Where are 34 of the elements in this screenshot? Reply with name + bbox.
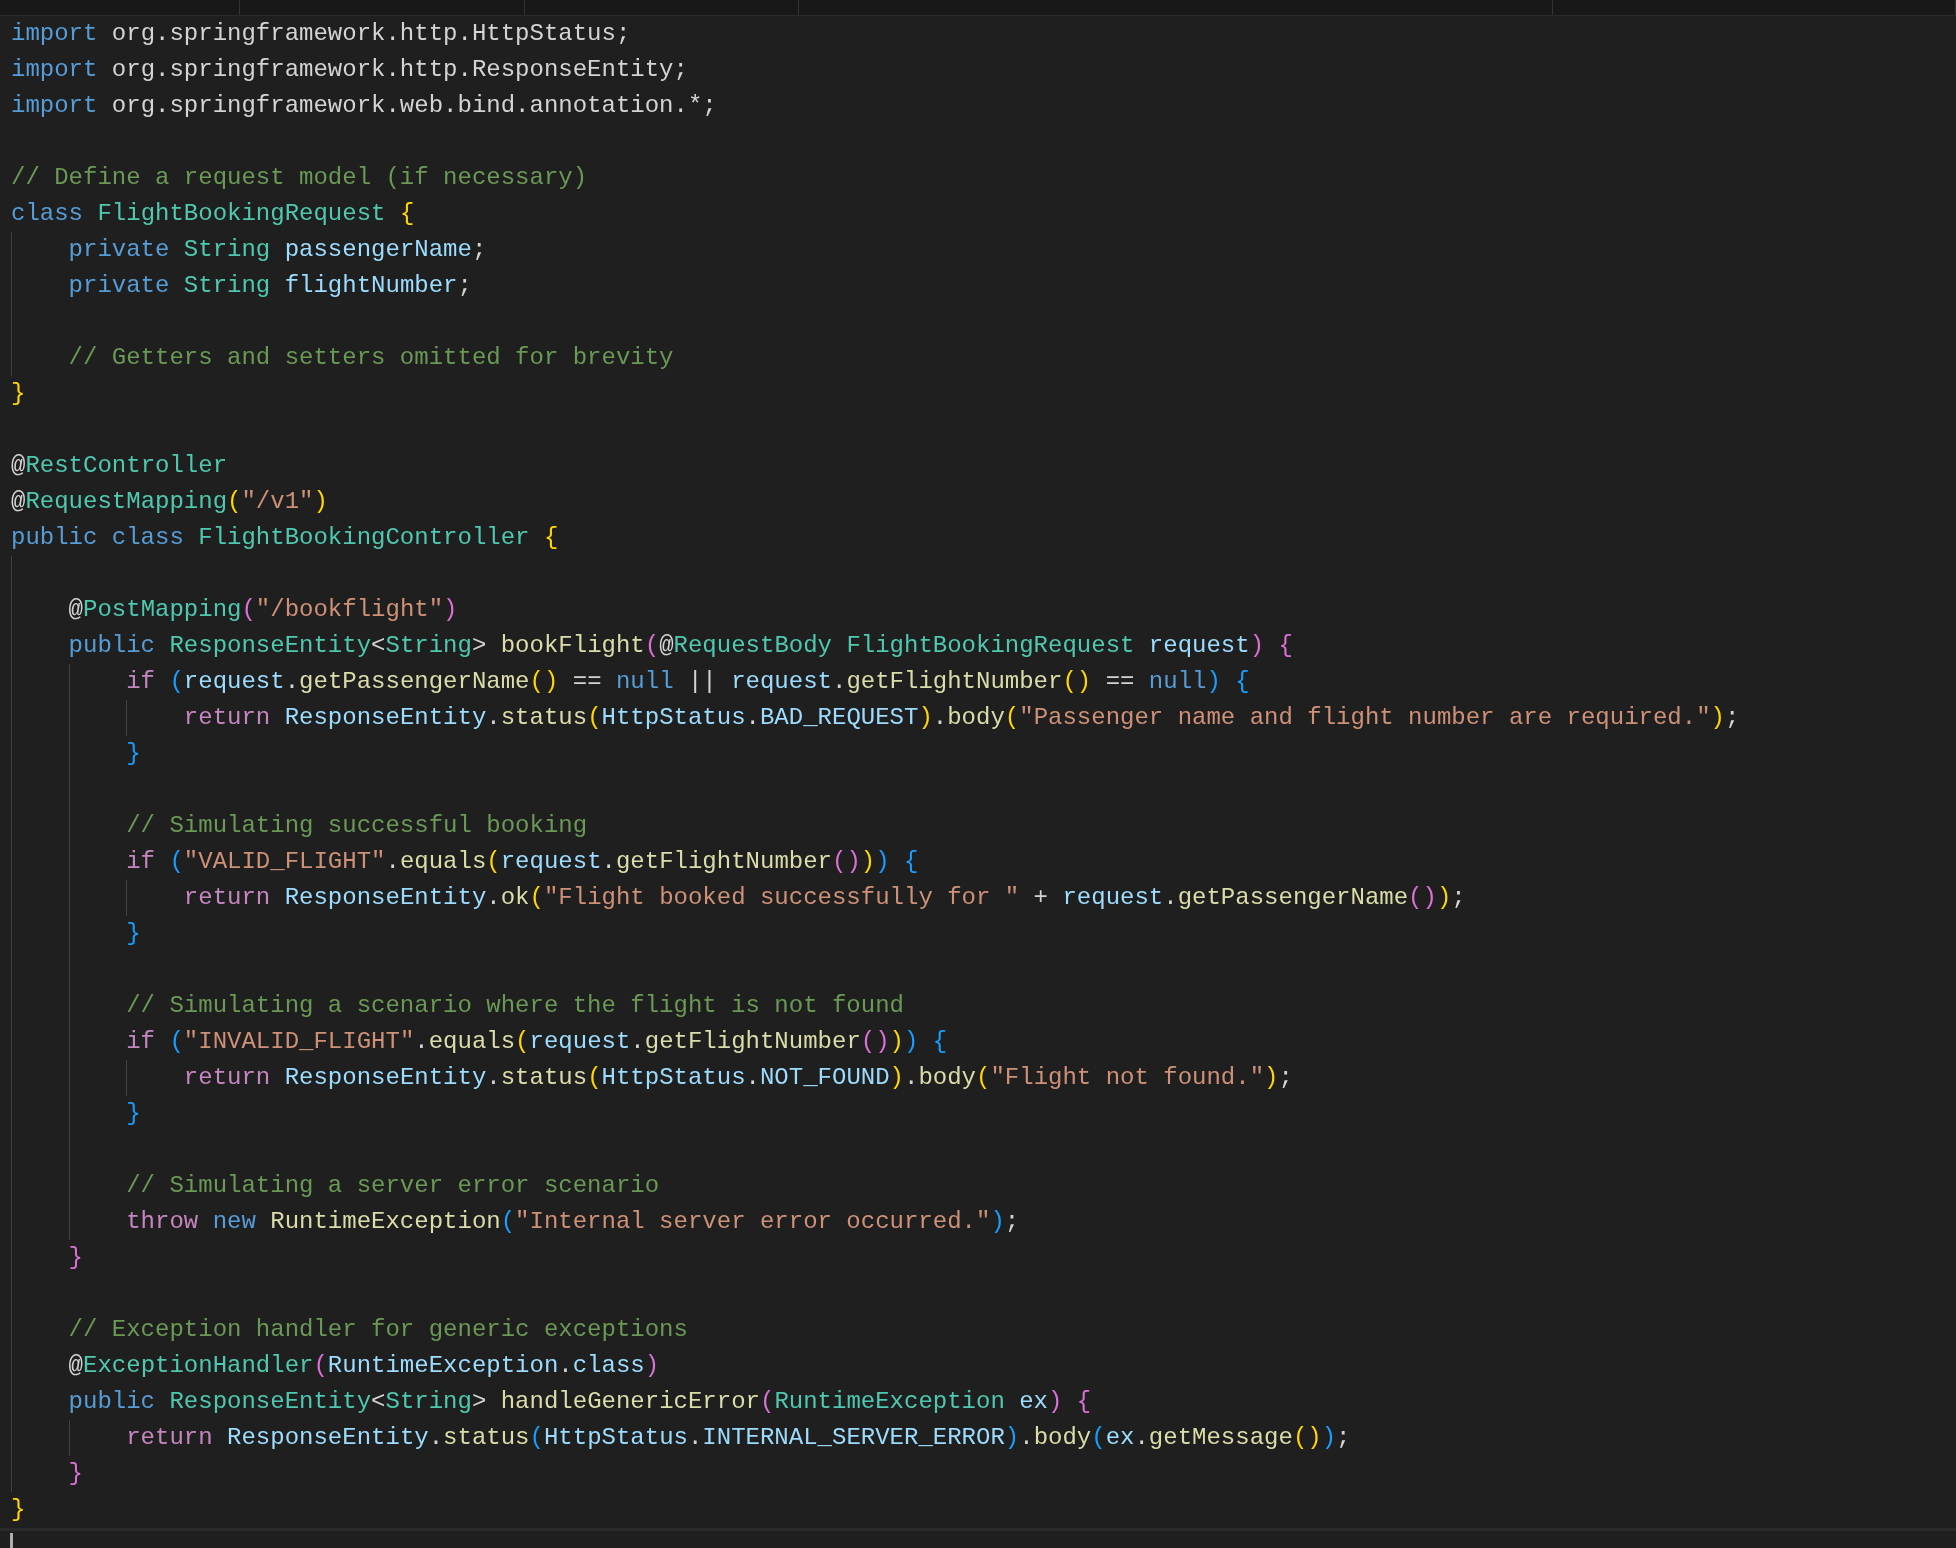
code-line: } [125,1099,141,1129]
code-line: private String passengerName; [67,235,487,265]
code-line: public ResponseEntity<String> handleGenericError(RuntimeException ex) { [67,1387,1092,1417]
code-line: return ResponseEntity.ok("Flight booked successfully for " + request.getPassengerName()); [182,883,1466,913]
code-line: public ResponseEntity<String> bookFlight(@RequestBody FlightBookingRequest request) { [67,631,1293,661]
code-line: if ("INVALID_FLIGHT".equals(request.getFlightNumber())) { [125,1027,948,1057]
code-line: throw new RuntimeException("Internal server error occurred."); [125,1207,1020,1237]
code-line: @RestController [11,451,228,481]
code-line: return ResponseEntity.status(HttpStatus.NOT_FOUND).body("Flight not found."); [182,1063,1293,1093]
code-line: } [11,1495,26,1525]
code-line: import org.springframework.web.bind.annotation.*; [11,91,717,121]
code-line: @RequestMapping("/v1") [11,487,328,517]
code-line: } [11,379,26,409]
code-line: // Simulating a server error scenario [125,1171,660,1201]
code-line: if ("VALID_FLIGHT".equals(request.getFlightNumber())) { [125,847,919,877]
code-line: private String flightNumber; [67,271,472,301]
code-line: } [125,739,141,769]
code-line: return ResponseEntity.status(HttpStatus.BAD_REQUEST).body("Passenger name and flight number are required."); [182,703,1740,733]
code-line: class FlightBookingRequest { [11,199,415,229]
code-line: // Simulating a scenario where the flight is not found [125,991,904,1021]
code-line: // Define a request model (if necessary) [11,163,588,193]
code-line: import org.springframework.http.ResponseEntity; [11,55,688,85]
code-line: @ExceptionHandler(RuntimeException.class) [67,1351,660,1381]
code-line: // Getters and setters omitted for brevity [67,343,674,373]
code-line: } [67,1459,83,1489]
code-line: if (request.getPassengerName() == null || request.getFlightNumber() == null) { [125,667,1250,697]
code-line: } [125,919,141,949]
code-line: // Exception handler for generic exceptions [67,1315,688,1345]
code-line: public class FlightBookingController { [11,523,559,553]
code-line: // Simulating successful booking [125,811,588,841]
code-line: import org.springframework.http.HttpStatus; [11,19,631,49]
code-line: @PostMapping("/bookflight") [67,595,458,625]
code-line: } [67,1243,83,1273]
code-line: return ResponseEntity.status(HttpStatus.INTERNAL_SERVER_ERROR).body(ex.getMessage()); [125,1423,1351,1453]
